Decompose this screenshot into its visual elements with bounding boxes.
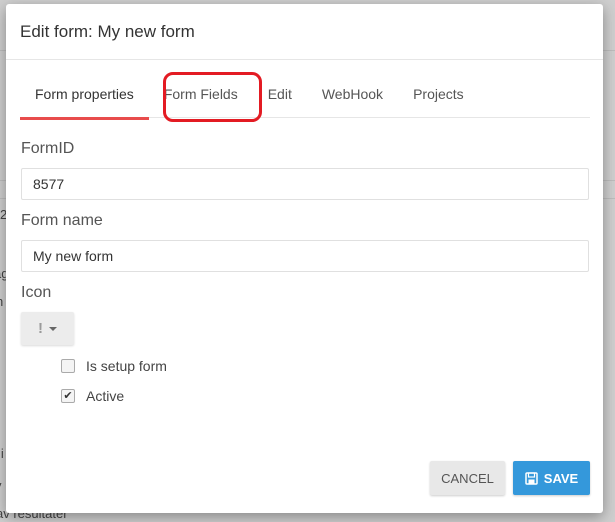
active-label: Active xyxy=(86,388,125,404)
active-checkbox[interactable]: ✔ xyxy=(61,389,75,403)
tab-form-fields[interactable]: Form Fields xyxy=(149,79,253,117)
save-button-label: SAVE xyxy=(543,470,579,486)
tab-projects[interactable]: Projects xyxy=(398,79,479,117)
form-name-input[interactable] xyxy=(21,240,589,272)
tab-form-properties[interactable]: Form properties xyxy=(20,79,149,120)
form-id-label: FormID xyxy=(21,140,75,157)
cancel-button[interactable]: CANCEL xyxy=(430,461,505,495)
form-name-label: Form name xyxy=(21,212,103,229)
floppy-disk-icon xyxy=(525,471,538,485)
tab-webhook[interactable]: WebHook xyxy=(307,79,398,117)
exclamation-icon: ! xyxy=(38,320,43,337)
dialog-title: Edit form: My new form xyxy=(20,21,195,41)
bg-text-fragment: li xyxy=(0,446,4,461)
form-id-input[interactable] xyxy=(21,168,589,200)
bg-text-fragment: n xyxy=(0,294,3,309)
caret-down-icon xyxy=(49,326,57,331)
active-row[interactable]: ✔ Active xyxy=(61,388,124,404)
is-setup-form-label: Is setup form xyxy=(86,358,167,374)
bg-text-fragment: y xyxy=(0,478,2,493)
edit-form-dialog: Edit form: My new form Form properties F… xyxy=(6,4,603,513)
dialog-header: Edit form: My new form xyxy=(6,4,603,60)
icon-picker-dropdown[interactable]: ! xyxy=(21,312,74,345)
icon-label: Icon xyxy=(21,284,52,301)
save-button[interactable]: SAVE xyxy=(513,461,590,495)
tab-bar: Form properties Form Fields Edit WebHook… xyxy=(20,79,590,120)
is-setup-form-row[interactable]: Is setup form xyxy=(61,358,167,374)
tab-edit[interactable]: Edit xyxy=(253,79,307,117)
is-setup-form-checkbox[interactable] xyxy=(61,359,75,373)
